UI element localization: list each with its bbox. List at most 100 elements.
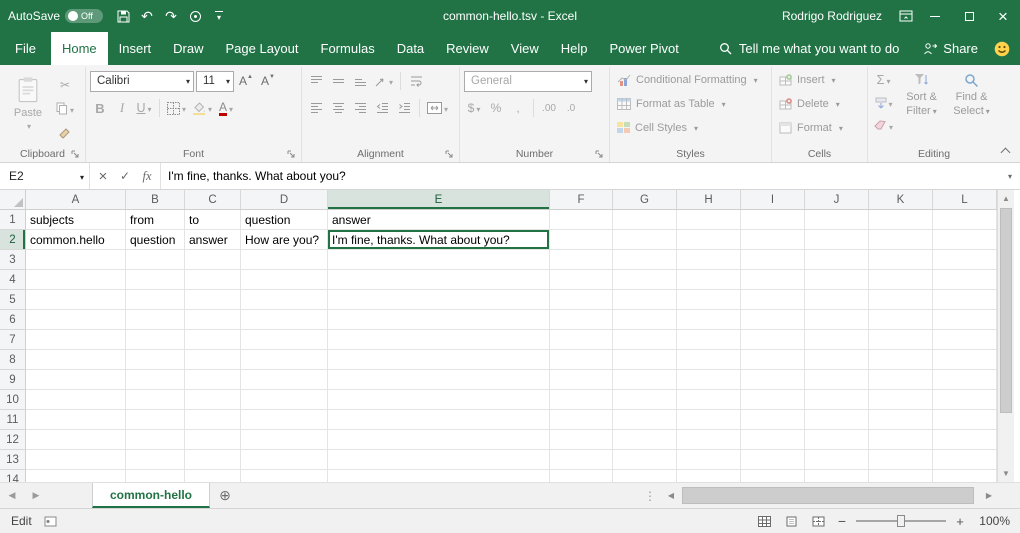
cell-K12[interactable] <box>869 430 933 450</box>
tab-power-pivot[interactable]: Power Pivot <box>599 32 690 65</box>
cell-B12[interactable] <box>126 430 185 450</box>
cell-E11[interactable] <box>328 410 550 430</box>
cell-H3[interactable] <box>677 250 741 270</box>
italic-button[interactable]: I <box>112 98 132 119</box>
cell-H6[interactable] <box>677 310 741 330</box>
column-header-H[interactable]: H <box>677 190 741 210</box>
tell-me-box[interactable]: Tell me what you want to do <box>707 32 911 65</box>
cell-J14[interactable] <box>805 470 869 482</box>
cell-L8[interactable] <box>933 350 997 370</box>
cell-E12[interactable] <box>328 430 550 450</box>
cell-G13[interactable] <box>613 450 677 470</box>
account-name[interactable]: Rodrigo Rodriguez <box>782 9 882 23</box>
cell-F6[interactable] <box>550 310 613 330</box>
cell-G10[interactable] <box>613 390 677 410</box>
cell-H2[interactable] <box>677 230 741 250</box>
minimize-button[interactable] <box>918 0 952 32</box>
cell-J5[interactable] <box>805 290 869 310</box>
ribbon-display-options-button[interactable] <box>894 0 918 32</box>
cell-G12[interactable] <box>613 430 677 450</box>
cell-G9[interactable] <box>613 370 677 390</box>
wrap-text-button[interactable] <box>406 71 426 92</box>
cell-D5[interactable] <box>241 290 328 310</box>
page-break-view-button[interactable] <box>808 511 828 531</box>
cell-B5[interactable] <box>126 290 185 310</box>
font-dialog-launcher[interactable] <box>287 150 296 159</box>
cell-F3[interactable] <box>550 250 613 270</box>
row-header-4[interactable]: 4 <box>0 270 26 290</box>
cell-F5[interactable] <box>550 290 613 310</box>
cell-E8[interactable] <box>328 350 550 370</box>
cell-I6[interactable] <box>741 310 805 330</box>
cell-I5[interactable] <box>741 290 805 310</box>
cell-I9[interactable] <box>741 370 805 390</box>
cell-I7[interactable] <box>741 330 805 350</box>
cell-L14[interactable] <box>933 470 997 482</box>
cell-H14[interactable] <box>677 470 741 482</box>
align-left-button[interactable] <box>306 98 326 119</box>
insert-cells-button[interactable]: Insert <box>776 69 863 90</box>
cell-H1[interactable] <box>677 210 741 230</box>
cell-A3[interactable] <box>26 250 126 270</box>
cancel-icon[interactable] <box>92 168 114 185</box>
cell-E5[interactable] <box>328 290 550 310</box>
column-header-I[interactable]: I <box>741 190 805 210</box>
cell-B14[interactable] <box>126 470 185 482</box>
cell-I13[interactable] <box>741 450 805 470</box>
cell-J7[interactable] <box>805 330 869 350</box>
find-select-button[interactable]: Find & Select <box>948 69 995 136</box>
collapse-ribbon-icon[interactable] <box>1001 146 1011 156</box>
vscroll-up-arrow[interactable] <box>998 190 1014 207</box>
cell-A5[interactable] <box>26 290 126 310</box>
cell-A11[interactable] <box>26 410 126 430</box>
cell-L3[interactable] <box>933 250 997 270</box>
cell-B1[interactable]: from <box>126 210 185 230</box>
column-header-J[interactable]: J <box>805 190 869 210</box>
cell-F2[interactable] <box>550 230 613 250</box>
cell-K14[interactable] <box>869 470 933 482</box>
spreadsheet-grid[interactable]: ABCDEFGHIJKL1subjectsfromtoquestionanswe… <box>0 190 997 482</box>
accounting-format-button[interactable]: $ <box>464 98 484 119</box>
sheet-tab-common-hello[interactable]: common-hello <box>92 483 210 508</box>
borders-button[interactable] <box>165 98 188 119</box>
expand-formula-bar-icon[interactable] <box>998 163 1020 189</box>
zoom-in-button[interactable] <box>953 514 967 529</box>
close-button[interactable] <box>986 0 1020 32</box>
cell-K11[interactable] <box>869 410 933 430</box>
zoom-out-button[interactable] <box>835 513 849 529</box>
bold-button[interactable]: B <box>90 98 110 119</box>
cell-L5[interactable] <box>933 290 997 310</box>
row-header-6[interactable]: 6 <box>0 310 26 330</box>
cell-I12[interactable] <box>741 430 805 450</box>
cell-C12[interactable] <box>185 430 241 450</box>
redo-button[interactable] <box>159 0 183 32</box>
merge-center-button[interactable] <box>425 98 450 119</box>
align-top-button[interactable] <box>306 71 326 92</box>
cell-L9[interactable] <box>933 370 997 390</box>
cell-G3[interactable] <box>613 250 677 270</box>
cell-K2[interactable] <box>869 230 933 250</box>
cell-L2[interactable] <box>933 230 997 250</box>
cell-E14[interactable] <box>328 470 550 482</box>
delete-cells-button[interactable]: Delete <box>776 93 863 114</box>
cell-C13[interactable] <box>185 450 241 470</box>
hscroll-thumb[interactable] <box>682 487 974 504</box>
tab-insert[interactable]: Insert <box>108 32 163 65</box>
hscroll-left-ar row[interactable] <box>662 483 680 508</box>
maximize-button[interactable] <box>952 0 986 32</box>
cell-H12[interactable] <box>677 430 741 450</box>
name-box[interactable]: E2 <box>0 163 90 189</box>
column-header-B[interactable]: B <box>126 190 185 210</box>
cell-K6[interactable] <box>869 310 933 330</box>
fill-color-button[interactable] <box>190 98 214 119</box>
cell-C1[interactable]: to <box>185 210 241 230</box>
cell-A7[interactable] <box>26 330 126 350</box>
column-header-L[interactable]: L <box>933 190 997 210</box>
column-header-K[interactable]: K <box>869 190 933 210</box>
zoom-percentage[interactable]: 100% <box>974 514 1010 528</box>
cell-H11[interactable] <box>677 410 741 430</box>
tab-page-layout[interactable]: Page Layout <box>215 32 310 65</box>
feedback-smiley-button[interactable] <box>990 32 1020 65</box>
zoom-slider[interactable] <box>856 514 946 528</box>
cell-K1[interactable] <box>869 210 933 230</box>
